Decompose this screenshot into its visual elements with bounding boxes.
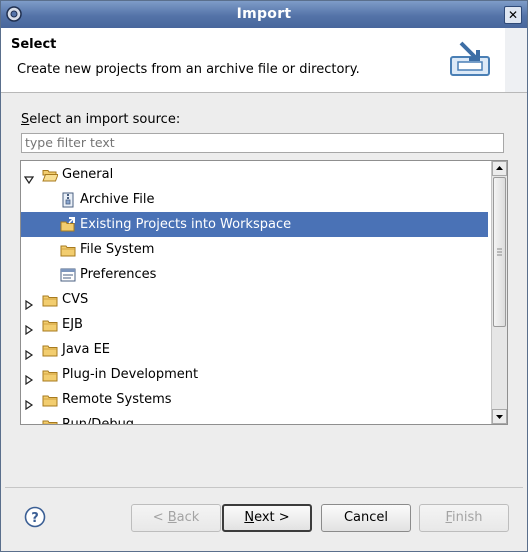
window-title: Import [236, 6, 292, 22]
close-icon[interactable]: ✕ [504, 6, 522, 24]
folder-icon [42, 342, 58, 358]
tree-item-label: Archive File [80, 192, 155, 207]
tree-item-plug-in-development[interactable]: Plug-in Development [21, 362, 488, 387]
tree-item-label: Remote Systems [62, 392, 172, 407]
arrow-down-icon [496, 415, 503, 419]
import-banner-icon [450, 41, 490, 76]
tree-item-java-ee[interactable]: Java EE [21, 337, 488, 362]
back-button[interactable]: < Back [131, 504, 221, 532]
existing-projects-icon [60, 217, 76, 233]
tree-item-label: CVS [62, 292, 89, 307]
button-bar-separator [5, 487, 523, 488]
collapse-arrow-icon[interactable] [24, 369, 34, 386]
label-text: elect an import source: [29, 112, 181, 127]
next-mnemonic: N [244, 510, 255, 525]
tree-item-ejb[interactable]: EJB [21, 312, 488, 337]
folder-icon [42, 367, 58, 383]
preferences-icon [60, 267, 76, 283]
finish-button[interactable]: Finish [419, 504, 509, 532]
arrow-up-icon [496, 166, 503, 170]
vertical-scrollbar[interactable] [491, 161, 507, 424]
next-button[interactable]: Next > [222, 504, 312, 532]
import-source-tree[interactable]: Run/Debug Remote Systems Plug-in Developme… [20, 160, 508, 425]
page-description: Create new projects from an archive file… [17, 62, 360, 77]
tree-item-label: Java EE [62, 342, 111, 357]
tree-item-general[interactable]: General [21, 162, 488, 187]
tree-item-label: Plug-in Development [62, 367, 199, 382]
tree-item-label: Preferences [80, 267, 157, 282]
archive-file-icon [60, 192, 76, 208]
folder-icon [42, 317, 58, 333]
tree-item-existing-projects-into-workspace[interactable]: Existing Projects into Workspace [21, 212, 488, 237]
back-prefix: < [152, 510, 168, 525]
page-title: Select [11, 37, 57, 52]
folder-icon [60, 242, 76, 258]
import-source-label: Select an import source: [21, 112, 180, 127]
tree-item-remote-systems[interactable]: Remote Systems [21, 387, 488, 412]
back-rest: ack [176, 510, 200, 525]
folder-icon [42, 417, 58, 424]
expand-arrow-icon[interactable] [23, 169, 35, 185]
title-bar[interactable]: Import ✕ [1, 1, 527, 28]
tree-item-preferences[interactable]: Preferences [21, 262, 488, 287]
tree-item-file-system[interactable]: File System [21, 237, 488, 262]
tree-item-run-debug[interactable]: Run/Debug [21, 412, 488, 425]
tree-item-label: File System [80, 242, 155, 257]
scroll-up-button[interactable] [492, 161, 507, 176]
folder-icon [42, 392, 58, 408]
cancel-button[interactable]: Cancel [321, 504, 411, 532]
collapse-arrow-icon[interactable] [24, 344, 34, 361]
collapse-arrow-icon[interactable] [24, 394, 34, 411]
filter-input[interactable] [21, 133, 504, 153]
collapse-arrow-icon[interactable] [24, 419, 34, 424]
finish-rest: inish [452, 510, 483, 525]
wizard-header: Select Create new projects from an archi… [1, 28, 527, 93]
svg-text:?: ? [31, 511, 39, 526]
scroll-thumb[interactable] [493, 177, 506, 327]
tree-item-label: General [62, 167, 114, 182]
tree-item-archive-file[interactable]: Archive File [21, 187, 488, 212]
back-mnemonic: B [167, 510, 177, 525]
header-edge [505, 28, 527, 92]
grip-icon [497, 248, 502, 256]
scroll-down-button[interactable] [492, 409, 507, 424]
help-icon[interactable]: ? [24, 506, 46, 528]
tree-item-cvs[interactable]: CVS [21, 287, 488, 312]
tree-item-label: Existing Projects into Workspace [80, 217, 292, 232]
folder-open-icon [42, 167, 59, 183]
next-rest: ext > [254, 510, 290, 525]
import-dialog: Import ✕ Select Create new projects from… [0, 0, 528, 552]
tree-item-label: EJB [62, 317, 83, 332]
collapse-arrow-icon[interactable] [24, 294, 34, 311]
folder-icon [42, 292, 58, 308]
tree-item-label: Run/Debug [62, 417, 135, 425]
collapse-arrow-icon[interactable] [24, 319, 34, 336]
